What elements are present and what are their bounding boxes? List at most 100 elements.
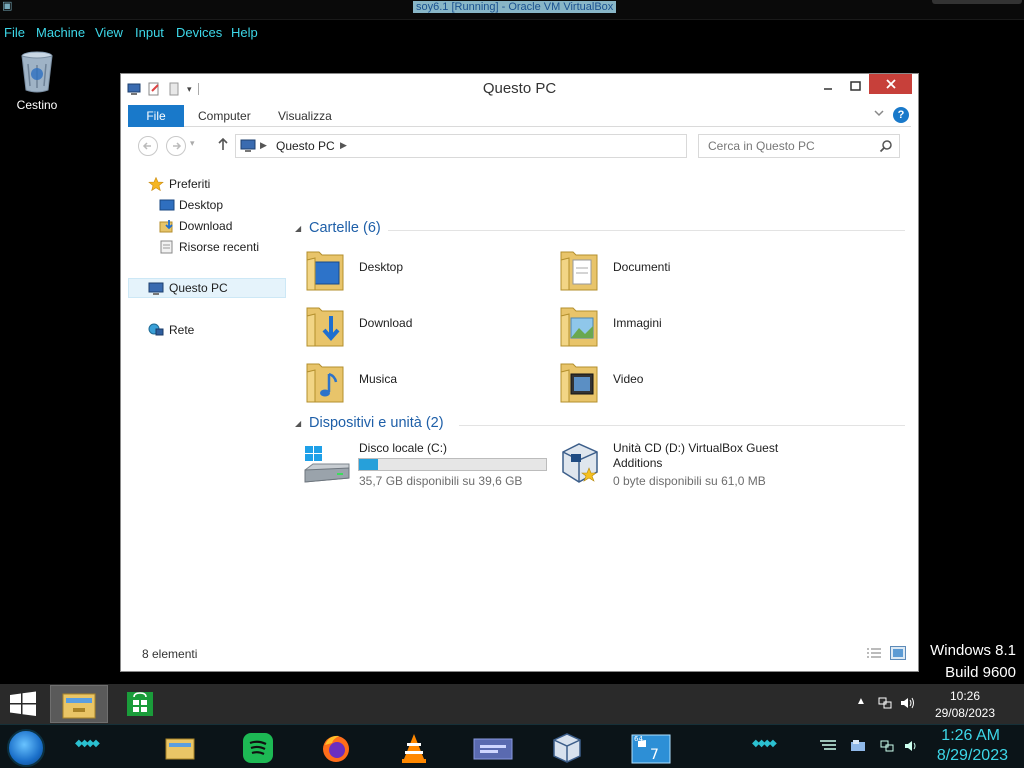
- maximize-button[interactable]: [842, 77, 868, 97]
- up-button[interactable]: [213, 136, 233, 156]
- folder-name: Musica: [359, 372, 398, 386]
- host-tray-app-icon[interactable]: [850, 739, 866, 756]
- folder-desktop-icon: [305, 246, 345, 292]
- nav-item-desktop[interactable]: Desktop: [128, 195, 286, 215]
- guest-clock-time[interactable]: 10:26: [950, 689, 980, 703]
- recent-places-icon: [159, 240, 175, 254]
- svg-text:7: 7: [650, 747, 659, 763]
- vlc-icon[interactable]: [397, 731, 431, 765]
- search-input[interactable]: [700, 136, 870, 156]
- forward-button[interactable]: [166, 136, 186, 156]
- vbox-menu-help[interactable]: Help: [231, 25, 258, 40]
- recent-locations-chevron-icon[interactable]: ▾: [190, 138, 195, 149]
- address-bar[interactable]: ▶ Questo PC ▶ ↻: [235, 134, 778, 158]
- host-clock-date[interactable]: 8/29/2023: [937, 747, 1008, 765]
- tab-file[interactable]: File: [128, 105, 184, 127]
- minimize-button[interactable]: [815, 77, 841, 97]
- download-icon: [159, 219, 175, 233]
- nav-item-this-pc[interactable]: Questo PC: [128, 278, 286, 298]
- folder-music-icon: [305, 358, 345, 404]
- drive-local-c[interactable]: Disco locale (C:) 35,7 GB disponibili su…: [293, 440, 547, 492]
- recycle-bin-shortcut[interactable]: Cestino: [6, 50, 68, 112]
- windows-start-icon[interactable]: [8, 691, 38, 717]
- vbox-menu-input[interactable]: Input: [135, 25, 164, 40]
- tab-computer[interactable]: Computer: [198, 109, 251, 123]
- nav-item-favorites[interactable]: Preferiti: [128, 174, 286, 194]
- host-show-desktop-icon[interactable]: [818, 739, 838, 754]
- guest-desktop: Cestino ▾ Questo PC File Computer Visual…: [0, 44, 1024, 684]
- folder-video[interactable]: Video: [547, 356, 797, 408]
- vbox-menu-machine[interactable]: Machine: [36, 25, 85, 40]
- taskbar-store[interactable]: [123, 688, 157, 720]
- guest-taskbar: ▲ 10:26 29/08/2023: [0, 684, 1024, 724]
- close-button[interactable]: [869, 74, 912, 94]
- host-network-icon[interactable]: [880, 739, 894, 756]
- vbox-menu-file[interactable]: File: [4, 25, 25, 40]
- guest-clock-date[interactable]: 29/08/2023: [935, 706, 995, 720]
- drive-usage-fill: [359, 459, 378, 470]
- vbox-window-title: soy6.1 [Running] - Oracle VM VirtualBox: [413, 1, 617, 13]
- drive-cd-d[interactable]: Unità CD (D:) VirtualBox Guest Additions…: [547, 440, 797, 492]
- windows7-vm-icon[interactable]: 7 64: [628, 731, 674, 765]
- volume-icon[interactable]: [900, 696, 916, 713]
- virtualbox-icon[interactable]: [550, 731, 584, 765]
- host-clock-time[interactable]: 1:26 AM: [941, 727, 1000, 745]
- search-box[interactable]: [698, 134, 900, 158]
- help-icon[interactable]: ?: [893, 107, 909, 123]
- explorer-title: Questo PC: [482, 80, 557, 97]
- network-icon: [148, 323, 164, 337]
- folder-documenti[interactable]: Documenti: [547, 244, 797, 296]
- host-start-orb-icon[interactable]: [7, 729, 45, 767]
- content-pane: ◢ Cartelle (6) Desktop Documenti Downloa…: [293, 172, 905, 642]
- expand-ribbon-chevron-icon[interactable]: [872, 108, 886, 122]
- nav-item-recent[interactable]: Risorse recenti: [128, 237, 286, 257]
- virtualbox-app-icon[interactable]: ▣: [2, 0, 16, 12]
- this-pc-icon: [148, 282, 164, 296]
- file-explorer-icon: [62, 693, 96, 719]
- group-header-folders[interactable]: ◢ Cartelle (6): [293, 220, 905, 240]
- group-header-devices[interactable]: ◢ Dispositivi e unità (2): [293, 415, 905, 435]
- drive-name: Unità CD (D:) VirtualBox Guest Additions: [613, 441, 779, 470]
- system-tray: ▲ 10:26 29/08/2023: [846, 684, 1016, 724]
- details-view-icon[interactable]: [866, 647, 882, 659]
- vbox-menu-view[interactable]: View: [95, 25, 123, 40]
- tiles-view-icon[interactable]: [890, 646, 906, 660]
- ribbon-tabs: File Computer Visualizza ?: [128, 105, 911, 127]
- breadcrumb-chevron-icon[interactable]: ▶: [260, 140, 267, 151]
- breadcrumb-this-pc[interactable]: Questo PC: [276, 139, 335, 153]
- network-icon[interactable]: [878, 696, 892, 713]
- host-explorer-icon[interactable]: [163, 731, 197, 765]
- folder-immagini[interactable]: Immagini: [547, 300, 797, 352]
- folder-download[interactable]: Download: [293, 300, 543, 352]
- collapse-triangle-icon[interactable]: ◢: [295, 224, 301, 233]
- folder-desktop[interactable]: Desktop: [293, 244, 543, 296]
- nav-label: Risorse recenti: [179, 240, 260, 254]
- group-title: Dispositivi e unità (2): [309, 415, 444, 431]
- hard-drive-icon: [303, 442, 351, 486]
- taskbar-file-explorer[interactable]: [50, 685, 108, 723]
- firefox-icon[interactable]: [319, 731, 353, 765]
- vbox-menu-devices[interactable]: Devices: [176, 25, 222, 40]
- explorer-titlebar[interactable]: ▾ Questo PC: [121, 74, 918, 104]
- host-volume-icon[interactable]: [904, 739, 920, 756]
- vbox-menubar: File Machine View Input Devices Help: [0, 20, 1024, 44]
- folder-download-icon: [305, 302, 345, 348]
- collapse-triangle-icon[interactable]: ◢: [295, 419, 301, 428]
- recycle-bin-icon: [19, 50, 55, 94]
- show-hidden-icons-chevron-icon[interactable]: ▲: [856, 696, 866, 707]
- tab-view[interactable]: Visualizza: [278, 109, 332, 123]
- vbox-window-controls[interactable]: [932, 0, 1022, 4]
- breadcrumb-chevron-icon[interactable]: ▶: [340, 140, 347, 151]
- store-icon: [127, 692, 153, 716]
- nav-item-network[interactable]: Rete: [128, 320, 286, 340]
- nav-item-download[interactable]: Download: [128, 216, 286, 236]
- folder-name: Immagini: [613, 316, 662, 330]
- folder-musica[interactable]: Musica: [293, 356, 543, 408]
- back-button[interactable]: [138, 136, 158, 156]
- windows-version-watermark: Windows 8.1 Build 9600: [930, 640, 1016, 684]
- navigation-pane: Preferiti Desktop Download Risorse recen…: [128, 174, 288, 644]
- search-icon[interactable]: [879, 139, 893, 153]
- host-app-window-icon[interactable]: [470, 731, 516, 765]
- spotify-icon[interactable]: [241, 731, 275, 765]
- nav-label: Download: [179, 219, 233, 233]
